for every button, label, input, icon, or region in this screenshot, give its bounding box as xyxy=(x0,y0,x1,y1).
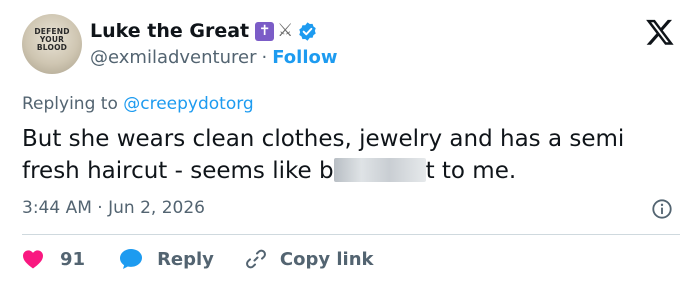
heart-icon xyxy=(23,250,43,269)
tweet-time: 3:44 AM xyxy=(22,198,92,218)
copy-link-button[interactable]: Copy link xyxy=(244,247,374,271)
reply-bubble-icon xyxy=(120,249,143,269)
name-row: Luke the Great ✝ ⚔ xyxy=(90,18,318,44)
reply-button[interactable]: Reply xyxy=(119,248,214,270)
follow-button[interactable]: Follow xyxy=(272,47,337,68)
action-bar: 91 Reply Copy link xyxy=(22,247,374,271)
handle-row: @exmiladventurer · Follow xyxy=(90,47,338,68)
copy-link-label: Copy link xyxy=(279,248,374,270)
blurred-word xyxy=(333,158,426,182)
replying-prefix: Replying to xyxy=(22,94,118,114)
date-separator: · xyxy=(97,198,103,218)
like-button[interactable]: 91 xyxy=(22,249,85,270)
cross-emoji: ✝ xyxy=(255,21,275,41)
reply-label: Reply xyxy=(157,248,214,270)
info-icon[interactable] xyxy=(651,198,673,220)
timestamp[interactable]: 3:44 AM · Jun 2, 2026 xyxy=(22,198,205,218)
reply-mention-link[interactable]: @creepydotorg xyxy=(123,94,253,114)
avatar[interactable]: DEFEND YOUR BLOOD xyxy=(22,14,82,74)
tweet-date: Jun 2, 2026 xyxy=(108,198,205,218)
replying-to-line: Replying to @creepydotorg xyxy=(22,94,254,114)
verified-badge-icon xyxy=(299,21,316,41)
avatar-logo-text: DEFEND YOUR BLOOD xyxy=(34,27,70,52)
display-name[interactable]: Luke the Great xyxy=(90,20,249,42)
like-count: 91 xyxy=(60,248,86,270)
link-icon xyxy=(245,249,266,269)
separator-dot: · xyxy=(261,47,268,68)
tweet-text: But she wears clean clothes, jewelry and… xyxy=(22,123,682,187)
tweet-text-start: But she wears clean clothes, jewelry and… xyxy=(22,126,625,184)
swords-emoji: ⚔ xyxy=(277,20,294,41)
x-logo-icon[interactable] xyxy=(645,17,675,47)
user-handle[interactable]: @exmiladventurer xyxy=(90,47,256,68)
divider xyxy=(22,234,680,235)
tweet-text-end: t to me. xyxy=(425,158,517,184)
